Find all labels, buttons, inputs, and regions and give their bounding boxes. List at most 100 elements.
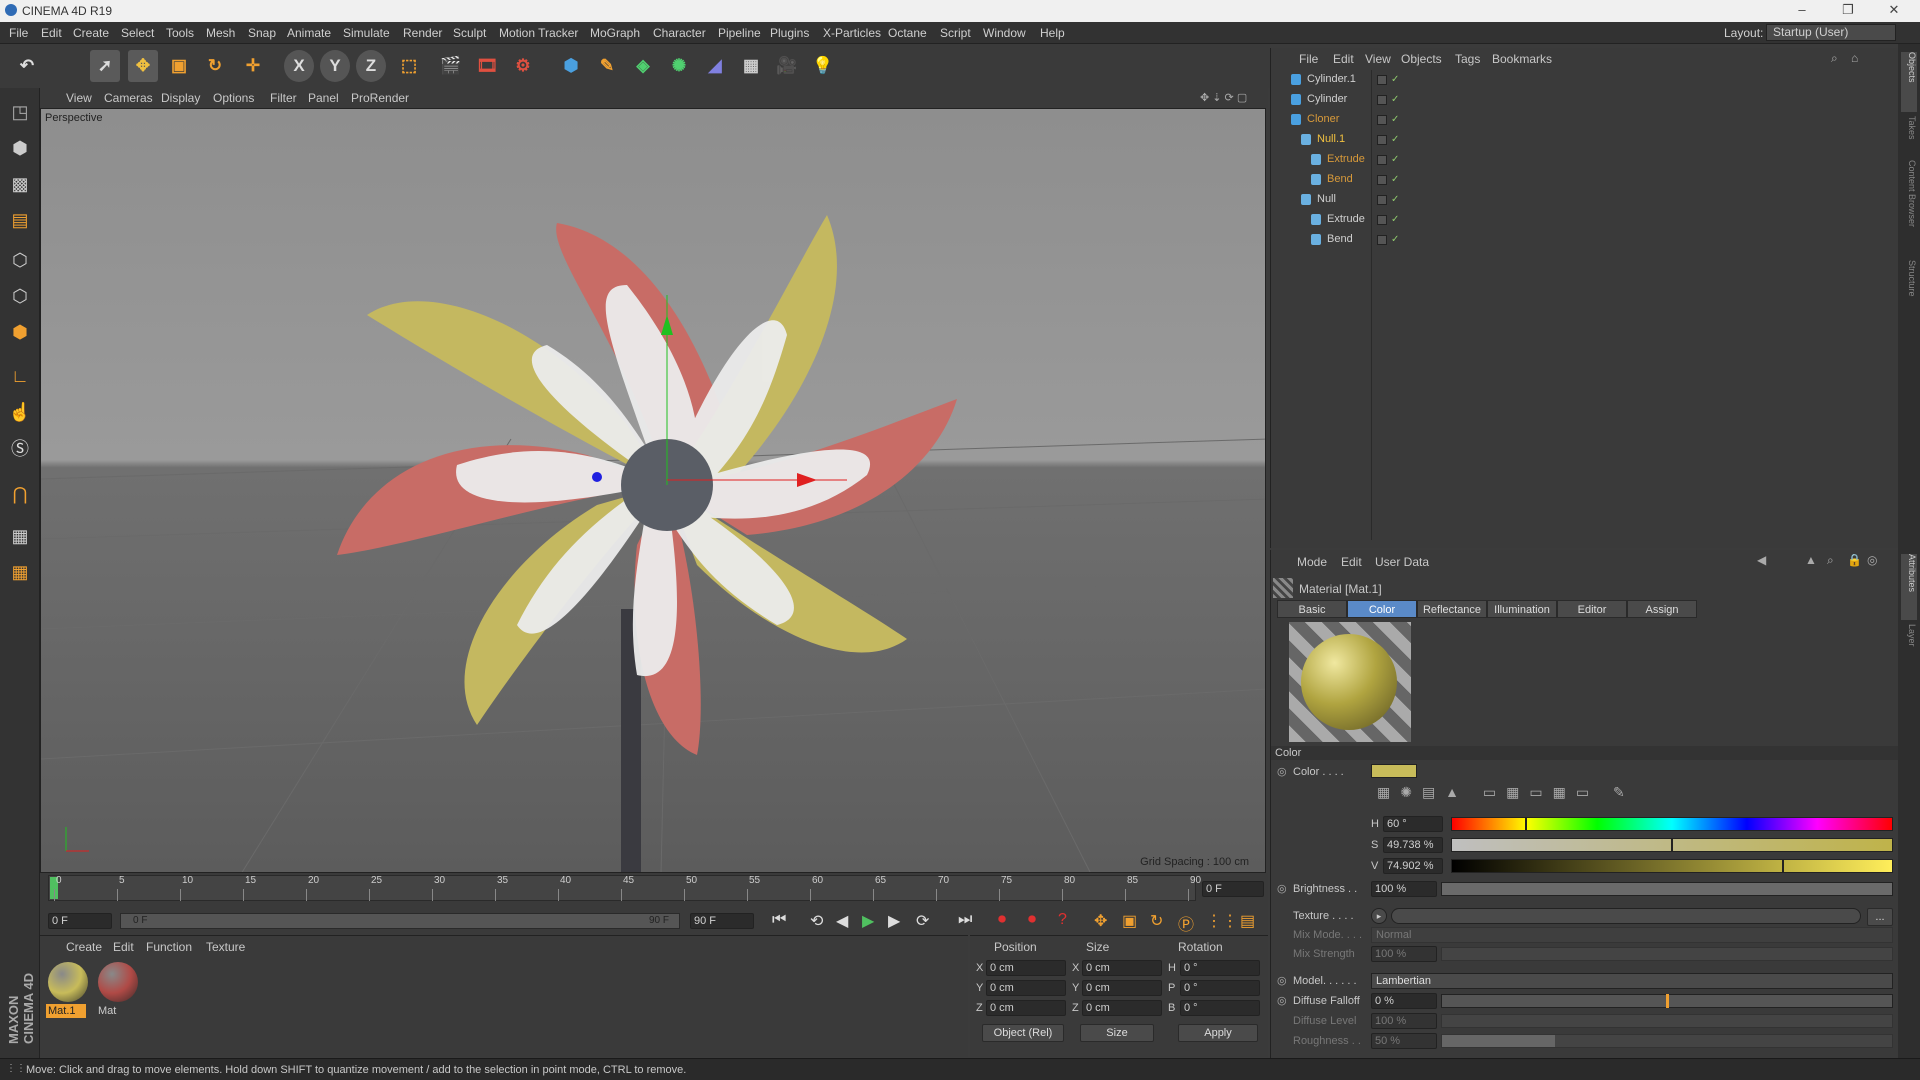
- key-position-icon[interactable]: ✥: [1094, 911, 1107, 931]
- key-point-level-icon[interactable]: ⋮⋮: [1206, 911, 1238, 931]
- menu-mesh[interactable]: Mesh: [206, 26, 235, 40]
- v-field[interactable]: 74.902 %: [1383, 858, 1443, 874]
- object-row[interactable]: Null.1 ✓: [1271, 130, 1891, 150]
- coordinate-mode-dropdown[interactable]: Object (Rel): [982, 1024, 1064, 1042]
- vp-menu-display[interactable]: Display: [161, 91, 200, 105]
- saturation-slider[interactable]: [1451, 838, 1893, 852]
- record-active-icon[interactable]: ⏺: [998, 911, 1006, 929]
- menu-motion-tracker[interactable]: Motion Tracker: [499, 26, 578, 40]
- object-name[interactable]: Extrude: [1327, 213, 1365, 225]
- tab-reflectance[interactable]: Reflectance: [1417, 600, 1487, 618]
- enable-checkmark-icon[interactable]: ✓: [1391, 114, 1399, 125]
- visibility-toggle[interactable]: [1377, 195, 1387, 205]
- timeline-ruler[interactable]: 0 5 10 15 20 25 30 35 40 45 50 55 60 65 70 75 80 85 90 0 F: [40, 873, 1268, 909]
- minimize-icon[interactable]: –: [1782, 2, 1822, 17]
- object-row[interactable]: Null ✓: [1271, 190, 1891, 210]
- back-arrow-icon[interactable]: ◀: [1757, 553, 1766, 567]
- close-icon[interactable]: ✕: [1874, 2, 1914, 18]
- size-field[interactable]: 0 cm: [1082, 960, 1162, 976]
- attr-search-icon[interactable]: ⌕: [1827, 553, 1834, 568]
- model-dropdown[interactable]: Lambertian: [1371, 973, 1893, 989]
- attr-menu-edit[interactable]: Edit: [1341, 555, 1362, 569]
- render-to-picture-viewer-icon[interactable]: 🎞: [472, 50, 502, 82]
- s-field[interactable]: 49.738 %: [1383, 837, 1443, 853]
- obj-menu-bookmarks[interactable]: Bookmarks: [1492, 52, 1552, 66]
- apply-button[interactable]: Apply: [1178, 1024, 1258, 1042]
- recent-tools-icon[interactable]: ✛: [238, 50, 268, 82]
- floor-icon[interactable]: ▦: [736, 50, 766, 82]
- roughness-slider[interactable]: [1441, 1034, 1893, 1048]
- enable-checkmark-icon[interactable]: ✓: [1391, 194, 1399, 205]
- enable-checkmark-icon[interactable]: ✓: [1391, 74, 1399, 85]
- size-field[interactable]: 0 cm: [1082, 1000, 1162, 1016]
- keyframe-selection-icon[interactable]: ?: [1058, 911, 1067, 929]
- model-mode-icon[interactable]: ⬢: [4, 132, 36, 164]
- mat-menu-create[interactable]: Create: [66, 940, 102, 954]
- make-editable-icon[interactable]: ◳: [4, 96, 36, 128]
- menu-script[interactable]: Script: [940, 26, 971, 40]
- tab-color[interactable]: Color: [1347, 600, 1417, 618]
- menu-render[interactable]: Render: [403, 26, 442, 40]
- hue-slider[interactable]: [1451, 817, 1893, 831]
- menu-create[interactable]: Create: [73, 26, 109, 40]
- mat-menu-edit[interactable]: Edit: [113, 940, 134, 954]
- enable-checkmark-icon[interactable]: ✓: [1391, 134, 1399, 145]
- vp-menu-cameras[interactable]: Cameras: [104, 91, 153, 105]
- menu-select[interactable]: Select: [121, 26, 154, 40]
- deformer-icon[interactable]: ◢: [700, 50, 730, 82]
- vp-menu-view[interactable]: View: [66, 91, 92, 105]
- y-axis-lock-icon[interactable]: Y: [320, 50, 350, 82]
- mix-strength-field[interactable]: 100 %: [1371, 946, 1437, 962]
- hue-slider-knob[interactable]: [1525, 817, 1527, 831]
- coordinate-system-icon[interactable]: ⬚: [394, 50, 424, 82]
- snap-icon[interactable]: Ⓢ: [4, 432, 36, 464]
- new-attr-icon[interactable]: ◎: [1867, 553, 1877, 567]
- visibility-toggle[interactable]: [1377, 215, 1387, 225]
- rotation-field[interactable]: 0 °: [1180, 1000, 1260, 1016]
- object-name[interactable]: Bend: [1327, 173, 1353, 185]
- cloner-icon[interactable]: ✺: [664, 50, 694, 82]
- diffuse-level-field[interactable]: 100 %: [1371, 1013, 1437, 1029]
- obj-menu-objects[interactable]: Objects: [1401, 52, 1442, 66]
- rotate-icon[interactable]: ↻: [200, 50, 230, 82]
- go-to-start-icon[interactable]: ⏮: [772, 911, 786, 929]
- vp-menu-filter[interactable]: Filter: [270, 91, 297, 105]
- object-row[interactable]: Extrude ✓: [1271, 150, 1891, 170]
- menu-animate[interactable]: Animate: [287, 26, 331, 40]
- points-mode-icon[interactable]: ⬡: [4, 244, 36, 276]
- menu-tools[interactable]: Tools: [166, 26, 194, 40]
- menu-help[interactable]: Help: [1040, 26, 1065, 40]
- object-row[interactable]: Bend ✓: [1271, 230, 1891, 250]
- side-tab-structure[interactable]: Structure: [1901, 260, 1917, 316]
- viewport-nav-icons[interactable]: ✥ ⇣ ⟳ ▢: [1200, 91, 1247, 104]
- autokey-icon[interactable]: ⏺: [1028, 911, 1036, 929]
- texture-mode-icon[interactable]: ▩: [4, 168, 36, 200]
- maximize-icon[interactable]: ❐: [1828, 2, 1868, 18]
- light-icon[interactable]: 💡: [808, 50, 838, 82]
- visibility-toggle[interactable]: [1377, 75, 1387, 85]
- roughness-field[interactable]: 50 %: [1371, 1033, 1437, 1049]
- visibility-toggle[interactable]: [1377, 135, 1387, 145]
- color-swatch[interactable]: [1371, 764, 1417, 778]
- tab-editor[interactable]: Editor: [1557, 600, 1627, 618]
- menu-octane[interactable]: Octane: [888, 26, 927, 40]
- mix-mode-dropdown[interactable]: Normal: [1371, 927, 1893, 943]
- object-row[interactable]: Cylinder ✓: [1271, 90, 1891, 110]
- texture-browse-button[interactable]: ...: [1867, 908, 1893, 926]
- rotation-field[interactable]: 0 °: [1180, 980, 1260, 996]
- x-axis-lock-icon[interactable]: X: [284, 50, 314, 82]
- camera-icon[interactable]: 🎥: [772, 50, 802, 82]
- up-arrow-icon[interactable]: ▲: [1805, 553, 1817, 567]
- saturation-slider-knob[interactable]: [1671, 838, 1673, 852]
- brightness-slider[interactable]: [1441, 882, 1893, 896]
- menu-mograph[interactable]: MoGraph: [590, 26, 640, 40]
- previous-key-icon[interactable]: ⟲: [810, 911, 823, 931]
- visibility-toggle[interactable]: [1377, 175, 1387, 185]
- menu-snap[interactable]: Snap: [248, 26, 276, 40]
- z-axis-lock-icon[interactable]: Z: [356, 50, 386, 82]
- lock-icon[interactable]: 🔒: [1847, 553, 1862, 567]
- object-row[interactable]: Cylinder.1 ✓: [1271, 70, 1891, 90]
- object-name[interactable]: Cloner: [1307, 113, 1339, 125]
- menu-window[interactable]: Window: [983, 26, 1026, 40]
- diffuse-level-slider[interactable]: [1441, 1014, 1893, 1028]
